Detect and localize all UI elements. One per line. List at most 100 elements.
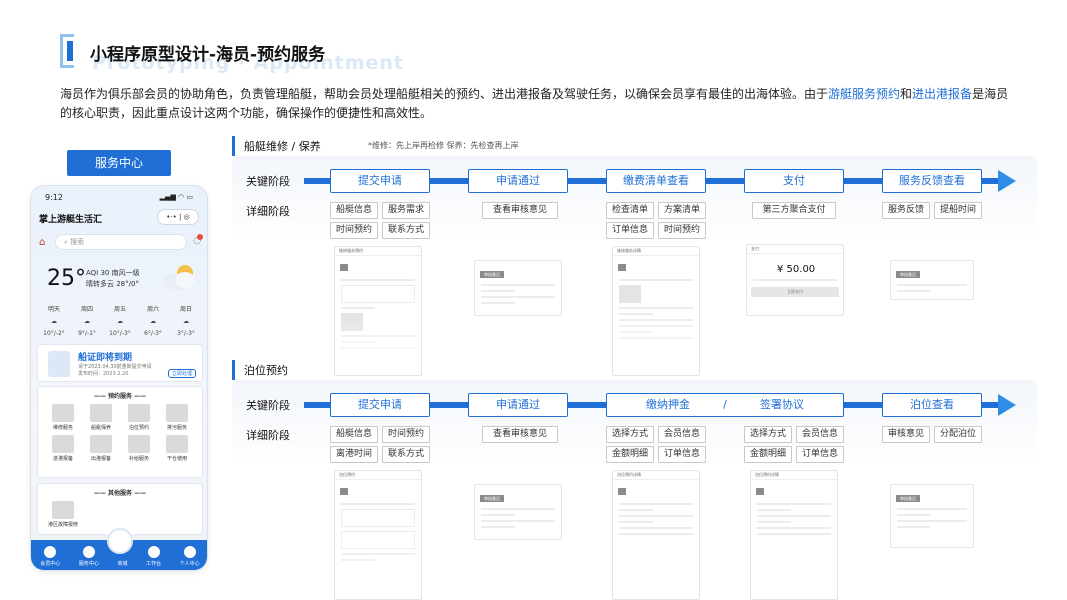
service-label: 排污服务 xyxy=(166,425,187,431)
shot-line xyxy=(481,514,516,516)
weather-icon: ☁ xyxy=(117,318,123,325)
shot-line xyxy=(897,508,967,510)
service-item[interactable]: 进港报备 xyxy=(44,435,82,462)
shot-line xyxy=(619,307,693,309)
stage-agreement: 签署协议 xyxy=(760,398,804,411)
shot-line xyxy=(897,514,930,516)
service-icon xyxy=(52,501,74,519)
service-item[interactable]: 维修服务 xyxy=(44,404,82,431)
forecast-day: 周五 ☁ 10°/-3° xyxy=(105,304,135,340)
tab-profile[interactable]: 个人中心 xyxy=(180,546,200,567)
shot-tag: 审核意见 xyxy=(896,495,920,502)
weather-icon: ☁ xyxy=(150,318,156,325)
shot-line xyxy=(481,284,555,286)
shot-line xyxy=(757,533,831,535)
detail-chip: 联系方式 xyxy=(382,446,430,463)
prototype-shot-fee-list: 维修服务详情 xyxy=(612,246,700,376)
stage-approved: 申请通过 xyxy=(468,169,568,193)
forecast-day-label: 周日 xyxy=(179,306,192,313)
shot-calendar xyxy=(341,509,415,527)
service-item[interactable]: 补给服务 xyxy=(120,435,158,462)
capsule-menu[interactable]: •·• | ◎ xyxy=(157,209,199,225)
service-icon xyxy=(128,404,150,422)
shot-line xyxy=(341,279,415,281)
shot-line xyxy=(757,521,792,523)
mall-center-button[interactable] xyxy=(107,528,133,554)
title-mark-icon xyxy=(60,34,74,68)
section-bar xyxy=(232,360,235,380)
prototype-shot-berth-view: 审核意见 xyxy=(890,484,974,548)
prototype-shot-berth-submit: 泊位预约 xyxy=(334,470,422,600)
shot-line xyxy=(897,520,967,522)
detail-chip: 离港时间 xyxy=(330,446,378,463)
section-bar xyxy=(232,136,235,156)
notice-card[interactable]: 船证即将到期 请于2023.04.30前重新提交申请 发布时间：2023.2.20… xyxy=(37,344,203,382)
prototype-shot-feedback: 审核意见 xyxy=(890,260,974,300)
shot-fade xyxy=(335,317,421,375)
shot-line xyxy=(619,527,693,529)
weather-icon: ☁ xyxy=(84,318,90,325)
detail-chip: 服务需求 xyxy=(382,202,430,219)
key-stage-label: 关键阶段 xyxy=(246,399,290,412)
service-icon xyxy=(128,435,150,453)
shot-title: 支付 xyxy=(747,245,843,254)
intro-paragraph: 海员作为俱乐部会员的协助角色，负责管理船艇，帮助会员处理船艇相关的预约、进出港报… xyxy=(60,85,1010,123)
tab-member-center[interactable]: 会员中心 xyxy=(40,546,60,567)
service-label: 进港报备 xyxy=(52,456,73,462)
notice-desc-1: 请于2023.04.30前重新提交申请 xyxy=(78,364,152,370)
phone-mockup: 9:12 ▂▄▆ ◠ ▭ 掌上游艇生活汇 •·• | ◎ ⌂ ⌕ 搜索 ◌ 25… xyxy=(30,185,208,571)
shot-line xyxy=(481,526,516,528)
weather-text: 晴转多云 28°/0° xyxy=(86,280,139,288)
service-item[interactable]: 船艇保养 xyxy=(82,404,120,431)
detail-chip: 联系方式 xyxy=(382,222,430,239)
notice-handle-button[interactable]: 立即处理 xyxy=(167,369,196,378)
search-input[interactable]: ⌕ 搜索 xyxy=(55,234,187,250)
service-item[interactable]: 港区故障报修 xyxy=(44,501,82,528)
shot-line xyxy=(897,526,930,528)
detail-chip: 会员信息 xyxy=(658,426,706,443)
shot-title: 泊位预约详情 xyxy=(613,471,699,480)
shot-line xyxy=(481,302,516,304)
detail-chip: 时间预约 xyxy=(330,222,378,239)
stage-deposit: 缴纳押金 xyxy=(646,398,690,411)
detail-chip: 船艇信息 xyxy=(330,202,378,219)
status-time: 9:12 xyxy=(45,193,63,202)
tab-label: 工作台 xyxy=(146,561,162,567)
tab-service-center[interactable]: 服务中心 xyxy=(79,546,99,567)
notice-desc-2: 发布时间：2023.2.20 xyxy=(78,371,129,377)
forecast-day: 周日 ☁ 3°/-3° xyxy=(171,304,201,340)
service-item[interactable]: 干仓使用 xyxy=(158,435,196,462)
service-center-button[interactable]: 服务中心 xyxy=(67,150,171,176)
detail-chip: 提船时间 xyxy=(934,202,982,219)
status-signal-icon: ▂▄▆ ◠ ▭ xyxy=(159,193,193,201)
cloud-sun-icon xyxy=(163,265,195,290)
home-icon[interactable]: ⌂ xyxy=(39,237,45,248)
tab-label: 商城 xyxy=(117,561,128,567)
stage-submit: 提交申请 xyxy=(330,393,430,417)
booking-services-panel: —— 预约服务 —— 维修服务 船艇保养 泊位预约 排污服务 进港报备 出港报备… xyxy=(37,386,203,478)
service-icon xyxy=(82,546,95,558)
shot-line xyxy=(619,503,693,505)
shot-title: 维修服务详情 xyxy=(613,247,699,256)
detail-chip: 订单信息 xyxy=(796,446,844,463)
shot-tag: 审核意见 xyxy=(480,271,504,278)
shot-line xyxy=(619,509,654,511)
key-stage-label: 关键阶段 xyxy=(246,175,290,188)
detail-chip: 时间预约 xyxy=(382,426,430,443)
service-item[interactable]: 排污服务 xyxy=(158,404,196,431)
forecast-day-label: 周六 xyxy=(146,306,159,313)
shot-line xyxy=(757,509,792,511)
prototype-shot-deposit: 泊位预约详情 xyxy=(612,470,700,600)
shot-line xyxy=(897,290,930,292)
tab-label: 个人中心 xyxy=(179,561,200,567)
shot-title: 泊位预约 xyxy=(335,471,421,480)
forecast-day: 周六 ☁ 6°/-3° xyxy=(138,304,168,340)
section-maintenance-card: 关键阶段 详细阶段 提交申请 申请通过 缴费清单查看 支付 服务反馈查看 船艇信… xyxy=(232,156,1037,376)
detail-chip: 第三方聚合支付 xyxy=(752,202,836,219)
service-item[interactable]: 泊位预约 xyxy=(120,404,158,431)
tab-workbench[interactable]: 工作台 xyxy=(146,546,161,567)
detail-chip: 金额明细 xyxy=(606,446,654,463)
service-item[interactable]: 出港报备 xyxy=(82,435,120,462)
forecast-row: 明天 ☁ 10°/-2° 周四 ☁ 9°/-1° 周五 ☁ 10°/-3° 周六 ☁ 6°/-3… xyxy=(39,304,201,340)
detail-chip: 订单信息 xyxy=(606,222,654,239)
